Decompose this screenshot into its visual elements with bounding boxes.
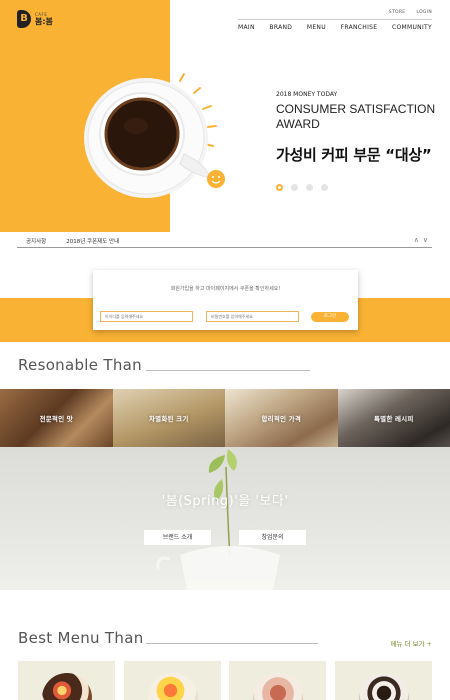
menu-photo bbox=[42, 673, 92, 700]
menu-card-2[interactable] bbox=[123, 661, 221, 700]
brand-intro-button[interactable]: 브랜드 소개 bbox=[144, 530, 211, 545]
slide-dot-4[interactable] bbox=[321, 184, 328, 191]
main-nav: MAIN BRAND MENU FRANCHISE COMMUNITY bbox=[238, 24, 432, 31]
coupon-login-box: 회원가입을 하고 마이페이지에서 쿠폰을 확인하세요! 로그인 bbox=[93, 270, 358, 330]
logo-mark: B bbox=[17, 10, 31, 28]
hero-title: CONSUMER SATISFACTION AWARD bbox=[276, 102, 436, 131]
reasons-tiles: 전문적인 맛 차별화된 크기 합리적인 가격 특별한 레시피 bbox=[0, 389, 450, 447]
nav-menu[interactable]: MENU bbox=[307, 24, 326, 31]
menu-photo bbox=[253, 673, 304, 700]
spring-title: '봄(Spring)'을 '보다' bbox=[161, 494, 289, 509]
hero-eyebrow: 2018 MONEY TODAY bbox=[276, 91, 338, 98]
utility-nav: STORE LOGIN bbox=[389, 10, 432, 15]
best-menu-title-line bbox=[146, 643, 318, 644]
reason-tile-label: 차별화된 크기 bbox=[148, 415, 189, 423]
more-menu-link[interactable]: 메뉴 더 보기 + bbox=[390, 638, 432, 648]
id-input[interactable] bbox=[100, 311, 193, 322]
brand-logo[interactable]: B CAFE 봄:봄 bbox=[17, 10, 53, 28]
spring-banner: '봄(Spring)'을 '보다' 브랜드 소개 창업문의 bbox=[0, 447, 450, 590]
best-menu-cards bbox=[18, 661, 432, 700]
slide-dot-1[interactable] bbox=[276, 184, 283, 191]
menu-card-4[interactable] bbox=[334, 661, 432, 700]
logo-cafe-text: CAFE bbox=[35, 11, 48, 17]
reasons-title: Resonable Than bbox=[18, 356, 142, 374]
login-button[interactable]: 로그인 bbox=[311, 312, 349, 322]
menu-photo bbox=[147, 673, 198, 700]
reason-tile-price[interactable]: 합리적인 가격 bbox=[225, 389, 338, 447]
reasons-title-line bbox=[146, 370, 310, 371]
notice-bar: 공지사항 2018년 쿠폰제도 안내 ∧ ∨ bbox=[17, 234, 432, 248]
menu-card-3[interactable] bbox=[229, 661, 327, 700]
smile-icon bbox=[207, 170, 225, 188]
slide-dot-3[interactable] bbox=[306, 184, 313, 191]
reason-tile-size[interactable]: 차별화된 크기 bbox=[112, 389, 225, 447]
slide-indicator bbox=[276, 184, 328, 191]
menu-photo bbox=[358, 673, 409, 700]
nav-franchise[interactable]: FRANCHISE bbox=[341, 24, 378, 31]
best-menu-title: Best Menu Than bbox=[18, 629, 144, 647]
leaf-cup-illustration bbox=[156, 449, 280, 590]
reason-tile-label: 전문적인 맛 bbox=[39, 415, 73, 423]
hero-section: B CAFE 봄:봄 STORE LOGIN MAIN BRAND MENU F… bbox=[0, 0, 450, 232]
reason-tile-taste[interactable]: 전문적인 맛 bbox=[0, 389, 113, 447]
coupon-message: 회원가입을 하고 마이페이지에서 쿠폰을 확인하세요! bbox=[170, 286, 281, 292]
reason-tile-label: 특별한 레시피 bbox=[373, 415, 414, 423]
reason-tile-label: 합리적인 가격 bbox=[261, 415, 302, 423]
slide-dot-2[interactable] bbox=[291, 184, 298, 191]
password-input[interactable] bbox=[206, 311, 299, 322]
coffee-cup-illustration bbox=[66, 58, 226, 208]
util-store-link[interactable]: STORE bbox=[389, 10, 406, 15]
franchise-inquiry-button[interactable]: 창업문의 bbox=[239, 530, 306, 545]
gnb-divider bbox=[238, 19, 432, 20]
nav-community[interactable]: COMMUNITY bbox=[392, 24, 432, 31]
menu-card-1[interactable] bbox=[18, 661, 115, 700]
nav-main[interactable]: MAIN bbox=[238, 24, 255, 31]
hero-headline: 가성비 커피 부문 “대상” bbox=[276, 146, 432, 164]
chevron-up-icon[interactable]: ∧ bbox=[414, 236, 419, 245]
util-login-link[interactable]: LOGIN bbox=[416, 10, 432, 15]
notice-label: 공지사항 bbox=[26, 238, 47, 245]
logo-name-text: 봄:봄 bbox=[35, 16, 53, 26]
notice-link[interactable]: 2018년 쿠폰제도 안내 bbox=[66, 237, 119, 245]
nav-brand[interactable]: BRAND bbox=[269, 24, 292, 31]
reason-tile-recipe[interactable]: 특별한 레시피 bbox=[337, 389, 450, 447]
chevron-down-icon[interactable]: ∨ bbox=[423, 236, 428, 245]
